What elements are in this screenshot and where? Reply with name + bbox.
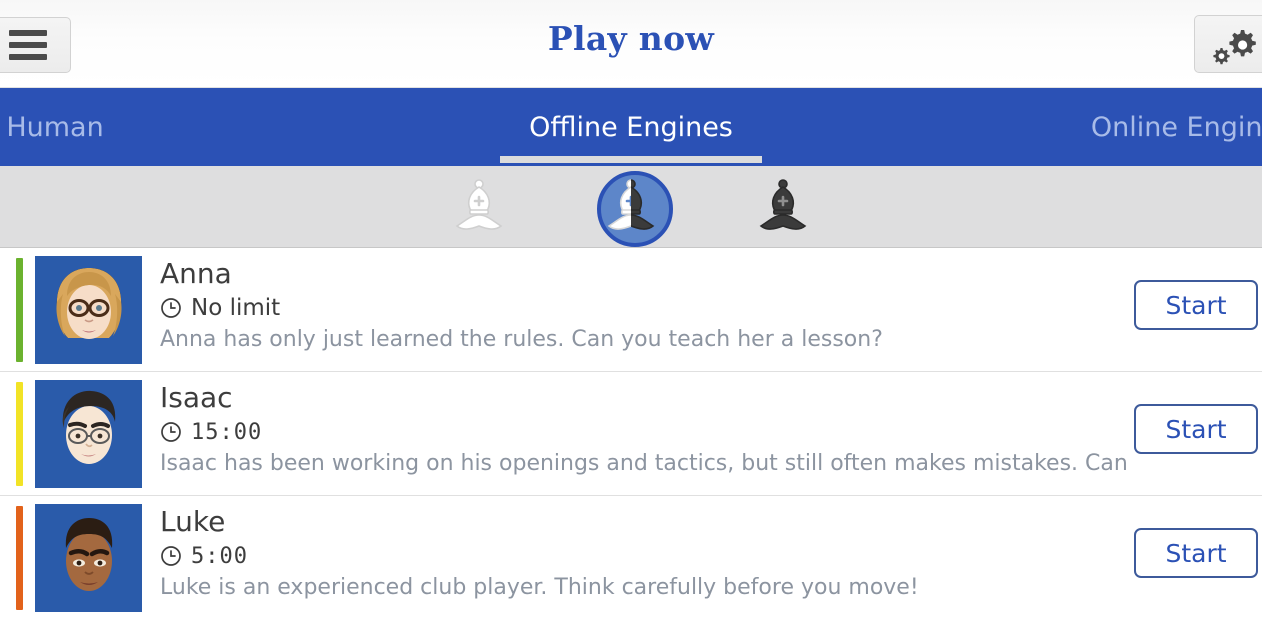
opponent-list: Anna No limit Anna has only just learned… — [0, 248, 1262, 617]
active-tab-indicator — [500, 156, 762, 163]
engine-source-tabbar: Human Offline Engines Online Engines — [0, 88, 1262, 166]
opponent-name-isaac: Isaac — [160, 381, 233, 414]
time-control-label-luke: 5:00 — [191, 543, 248, 569]
time-control-label-anna: No limit — [191, 295, 281, 321]
difficulty-indicator-isaac — [16, 382, 23, 486]
play-as-black-option[interactable] — [746, 171, 820, 243]
luke-avatar-image — [35, 504, 142, 612]
tab-online-engines[interactable]: Online Engines — [1062, 88, 1262, 166]
anna-avatar-image — [35, 256, 142, 364]
start-button-anna[interactable]: Start — [1134, 280, 1258, 330]
random-bishop-icon — [607, 178, 655, 230]
start-button-isaac[interactable]: Start — [1134, 404, 1258, 454]
avatar-anna — [35, 256, 142, 364]
tab-human-label: Human — [6, 111, 104, 143]
time-control-luke: 5:00 — [160, 541, 1126, 571]
opponent-description-isaac: Isaac has been working on his openings a… — [160, 451, 1126, 476]
clock-icon — [161, 546, 181, 566]
gears-settings-icon — [1213, 30, 1256, 65]
opponent-info-luke: Luke 5:00 Luke is an experienced club pl… — [160, 504, 1126, 600]
opponent-description-luke: Luke is an experienced club player. Thin… — [160, 575, 919, 600]
avatar-luke — [35, 504, 142, 612]
start-button-luke[interactable]: Start — [1134, 528, 1258, 578]
avatar-isaac — [35, 380, 142, 488]
settings-button[interactable] — [1194, 15, 1262, 73]
black-bishop-icon — [759, 178, 807, 230]
page-title: Play now — [547, 19, 715, 58]
opponent-name-luke: Luke — [160, 505, 226, 538]
opponent-row-anna[interactable]: Anna No limit Anna has only just learned… — [0, 248, 1262, 372]
opponent-info-isaac: Isaac 15:00 Isaac has been working on hi… — [160, 380, 1126, 476]
opponent-row-luke[interactable]: Luke 5:00 Luke is an experienced club pl… — [0, 496, 1262, 617]
opponent-info-anna: Anna No limit Anna has only just learned… — [160, 256, 1126, 352]
tab-offline-engines[interactable]: Offline Engines — [500, 88, 762, 166]
play-random-side-option[interactable] — [594, 170, 673, 247]
opponent-name-anna: Anna — [160, 257, 232, 290]
opponent-row-isaac[interactable]: Isaac 15:00 Isaac has been working on hi… — [0, 372, 1262, 496]
tab-human[interactable]: Human — [0, 88, 170, 166]
play-as-white-option[interactable] — [442, 171, 516, 243]
opponent-description-anna: Anna has only just learned the rules. Ca… — [160, 327, 883, 352]
white-bishop-icon — [455, 178, 503, 230]
isaac-avatar-image — [35, 380, 142, 488]
difficulty-indicator-luke — [16, 506, 23, 610]
tab-online-engines-label: Online Engines — [1090, 111, 1262, 143]
tab-offline-engines-label: Offline Engines — [529, 111, 733, 143]
difficulty-indicator-anna — [16, 258, 23, 362]
clock-icon — [161, 298, 181, 318]
app-header: Play now — [0, 0, 1262, 88]
time-control-label-isaac: 15:00 — [191, 419, 263, 445]
time-control-anna: No limit — [160, 293, 1126, 323]
play-side-selector — [0, 166, 1262, 248]
clock-icon — [161, 422, 181, 442]
time-control-isaac: 15:00 — [160, 417, 1126, 447]
